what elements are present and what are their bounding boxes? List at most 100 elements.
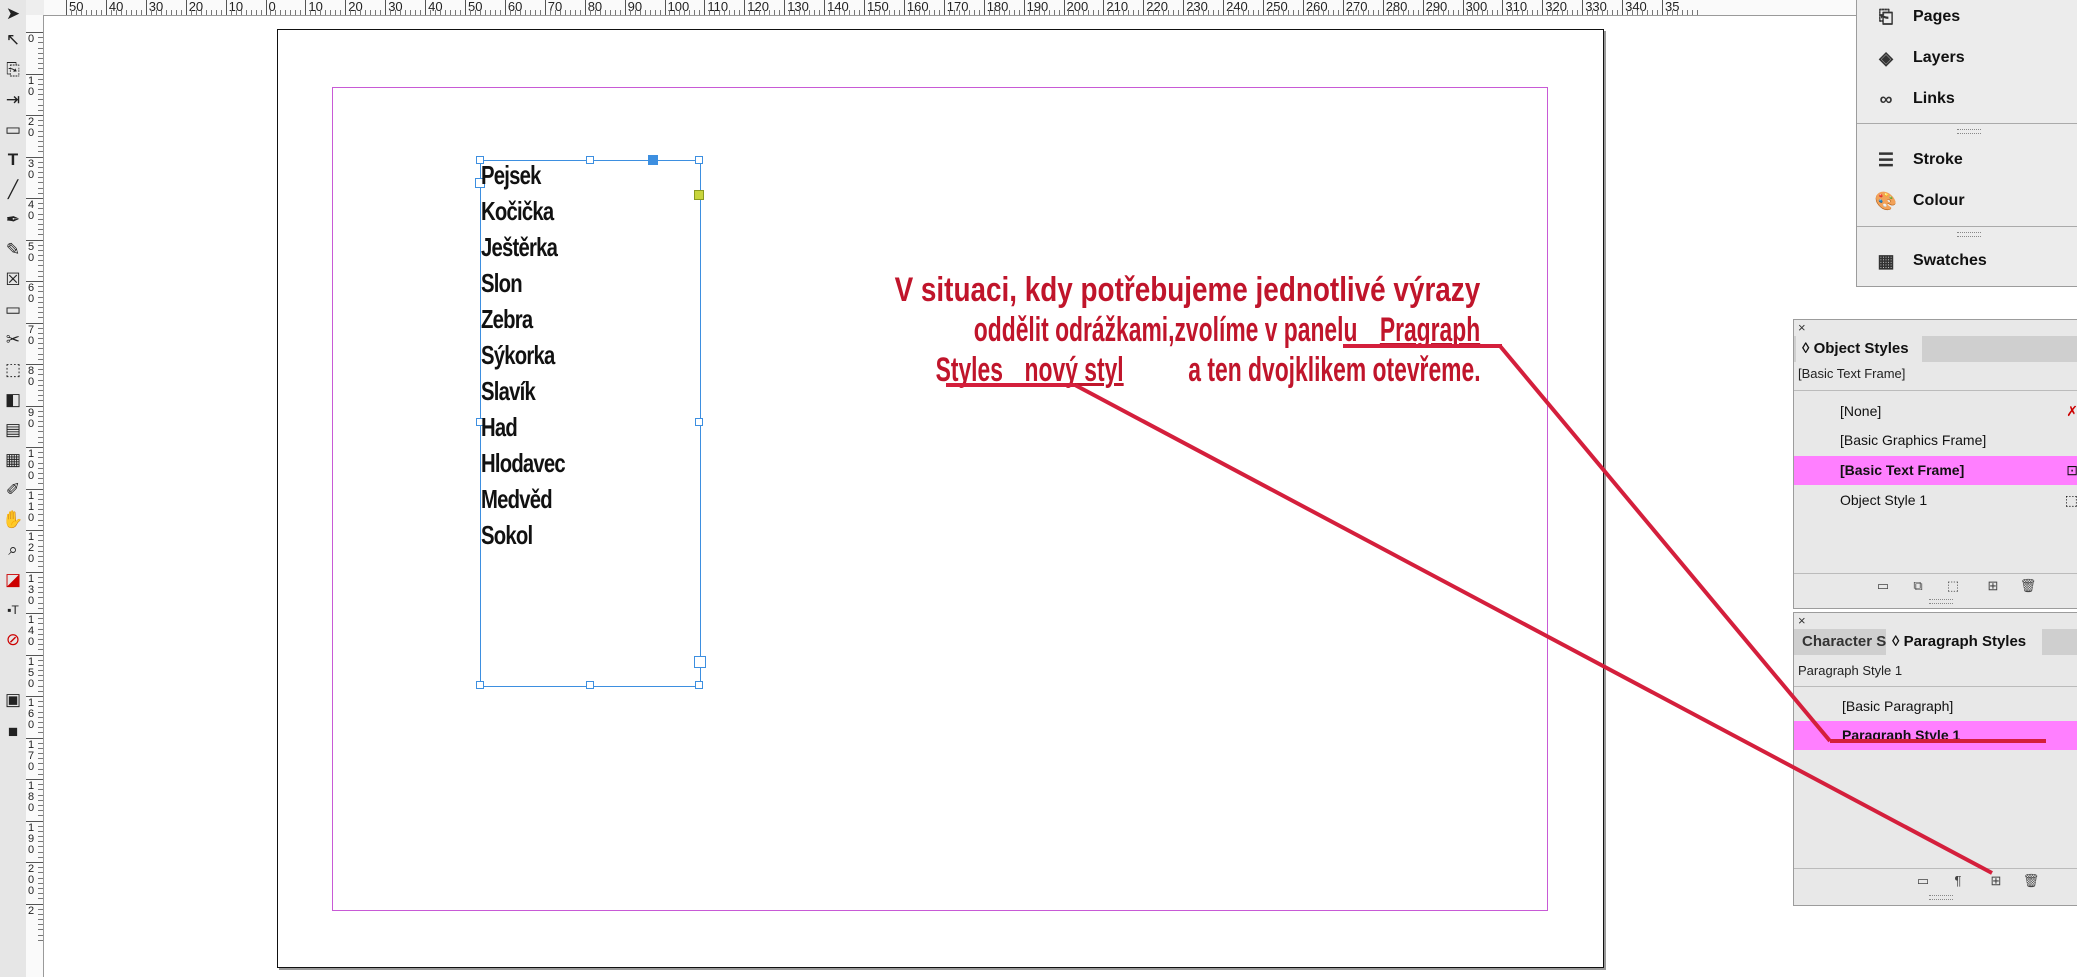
ruler-tick xyxy=(864,0,865,15)
dock-grip[interactable] xyxy=(1957,232,1981,237)
in-port-handle[interactable] xyxy=(648,155,658,165)
dock-item-swatches[interactable]: ▦ Swatches xyxy=(1857,243,2077,279)
ruler-tick xyxy=(574,10,576,15)
ruler-tick xyxy=(1178,10,1180,15)
ruler-tick xyxy=(1263,0,1264,15)
frame-handle-top-right[interactable] xyxy=(695,156,703,164)
fill-stroke-icon[interactable]: ◪ xyxy=(1,568,25,592)
ruler-tick xyxy=(789,10,791,15)
ruler-tick xyxy=(38,452,43,454)
gap-tool-icon[interactable]: ⇥ xyxy=(1,88,25,112)
tab-object-styles[interactable]: ◊ Object Styles xyxy=(1796,336,1922,362)
selection-tool-icon[interactable]: ➤ xyxy=(1,2,25,26)
frame-handle-bottom[interactable] xyxy=(586,681,594,689)
tab-paragraph-styles[interactable]: ◊ Paragraph Styles xyxy=(1886,629,2042,655)
ruler-tick xyxy=(420,10,422,15)
panel-grip[interactable] xyxy=(1929,599,1953,604)
clear-overrides-icon[interactable]: ⧉ xyxy=(1909,578,1927,594)
trash-icon[interactable]: 🗑 xyxy=(2022,873,2040,889)
eyedropper-tool-icon[interactable]: ✐ xyxy=(1,478,25,502)
dock-item-links[interactable]: ∞ Links xyxy=(1857,81,2077,117)
ruler-tick xyxy=(888,10,890,15)
ruler-tick xyxy=(185,0,187,15)
dock-item-layers[interactable]: ◈ Layers xyxy=(1857,40,2077,76)
ruler-tick xyxy=(868,10,870,15)
vertical-ruler[interactable]: 0 10 20 30 40 50 60 70 80 90 100 110 120 130 140 150 160… xyxy=(26,15,44,977)
trash-icon[interactable]: 🗑 xyxy=(2019,578,2037,594)
ruler-tick xyxy=(160,10,162,15)
style-row[interactable]: [Basic Graphics Frame] xyxy=(1794,426,2077,455)
new-style-icon[interactable]: ⊞ xyxy=(1987,873,2005,889)
hand-tool-icon[interactable]: ✋ xyxy=(1,508,25,532)
ruler-tick xyxy=(38,804,43,806)
type-tool-icon[interactable]: T xyxy=(1,148,25,172)
ruler-tick xyxy=(38,789,43,791)
ruler-tick xyxy=(38,462,43,464)
style-row-label: Object Style 1 xyxy=(1840,492,1928,508)
ruler-tick xyxy=(998,10,1000,15)
content-collector-tool-icon[interactable]: ▭ xyxy=(1,118,25,142)
direct-selection-tool-icon[interactable]: ↖ xyxy=(1,28,25,52)
ruler-tick xyxy=(38,732,43,734)
ruler-tick xyxy=(395,10,397,15)
ruler-tick xyxy=(38,566,43,568)
ruler-tick xyxy=(739,10,741,15)
ruler-tick xyxy=(460,10,461,15)
style-row-selected[interactable]: [Basic Text Frame] ⊡ xyxy=(1794,456,2077,485)
dock-item-pages[interactable]: ⎗ Pages xyxy=(1857,0,2077,35)
ruler-tick xyxy=(709,10,711,15)
horizontal-ruler[interactable]: 50 40 30 20 10 0 10 20 30 40 50 60 70 80 90 100 110 120 13… xyxy=(44,0,2077,16)
folder-icon[interactable]: ▭ xyxy=(1914,873,1932,889)
ruler-tick xyxy=(38,218,43,220)
panel-grip[interactable] xyxy=(1929,895,1953,900)
gradient-swatch-tool-icon[interactable]: ◧ xyxy=(1,388,25,412)
clear-overrides-icon[interactable]: ¶ xyxy=(1949,873,1967,889)
frame-handle-top[interactable] xyxy=(586,156,594,164)
style-row[interactable]: Object Style 1 ⬚ xyxy=(1794,486,2077,515)
clear-attributes-icon[interactable]: ⬚ xyxy=(1944,578,1962,594)
folder-icon[interactable]: ▭ xyxy=(1874,578,1892,594)
frame-edge-handle[interactable] xyxy=(694,190,704,200)
frame-handle-right[interactable] xyxy=(695,418,703,426)
ruler-tick xyxy=(1053,10,1055,15)
frame-out-port[interactable] xyxy=(694,656,706,668)
ruler-tick xyxy=(310,10,312,15)
apply-none-icon[interactable]: ⊘ xyxy=(1,628,25,652)
ruler-origin[interactable] xyxy=(26,0,45,16)
gradient-feather-tool-icon[interactable]: ▤ xyxy=(1,418,25,442)
ruler-tick xyxy=(1602,10,1604,15)
dock-grip[interactable] xyxy=(1957,129,1981,134)
ruler-tick xyxy=(360,10,362,15)
frame-handle-bottom-left[interactable] xyxy=(476,681,484,689)
ruler-tick xyxy=(1587,10,1589,15)
close-icon[interactable]: × xyxy=(1798,613,1806,628)
style-row[interactable]: [Basic Paragraph] xyxy=(1794,692,2077,721)
ruler-tick xyxy=(1437,10,1439,15)
new-style-icon[interactable]: ⊞ xyxy=(1984,578,2002,594)
pencil-tool-icon[interactable]: ✎ xyxy=(1,238,25,262)
ruler-tick xyxy=(539,10,541,15)
screen-mode-icon[interactable]: ■ xyxy=(1,720,25,744)
ruler-tick xyxy=(38,130,43,132)
line-tool-icon[interactable]: ╱ xyxy=(1,178,25,202)
zoom-tool-icon[interactable]: ⌕ xyxy=(1,538,25,562)
frame-handle-bottom-right[interactable] xyxy=(695,681,703,689)
formatting-container-icon[interactable]: ▪T xyxy=(1,598,25,622)
view-mode-icon[interactable]: ▣ xyxy=(1,688,25,712)
dock-item-colour[interactable]: 🎨 Colour xyxy=(1857,183,2077,219)
style-row-selected[interactable]: Paragraph Style 1 xyxy=(1794,721,2077,750)
tab-character-styles[interactable]: Character S xyxy=(1796,629,1888,655)
ruler-tick xyxy=(38,498,43,500)
note-tool-icon[interactable]: ▦ xyxy=(1,448,25,472)
close-icon[interactable]: × xyxy=(1798,320,1806,335)
pen-tool-icon[interactable]: ✒ xyxy=(1,208,25,232)
ruler-label: 120 xyxy=(28,531,35,565)
style-row[interactable]: [None] ✗ xyxy=(1794,397,2077,426)
dock-item-stroke[interactable]: ☰ Stroke xyxy=(1857,142,2077,178)
ruler-tick xyxy=(445,10,447,15)
ruler-tick xyxy=(1407,10,1409,15)
page-tool-icon[interactable]: ⎘ xyxy=(1,58,25,82)
ruler-tick xyxy=(38,120,43,122)
ruler-tick xyxy=(38,229,43,231)
ruler-tick xyxy=(1188,10,1190,15)
